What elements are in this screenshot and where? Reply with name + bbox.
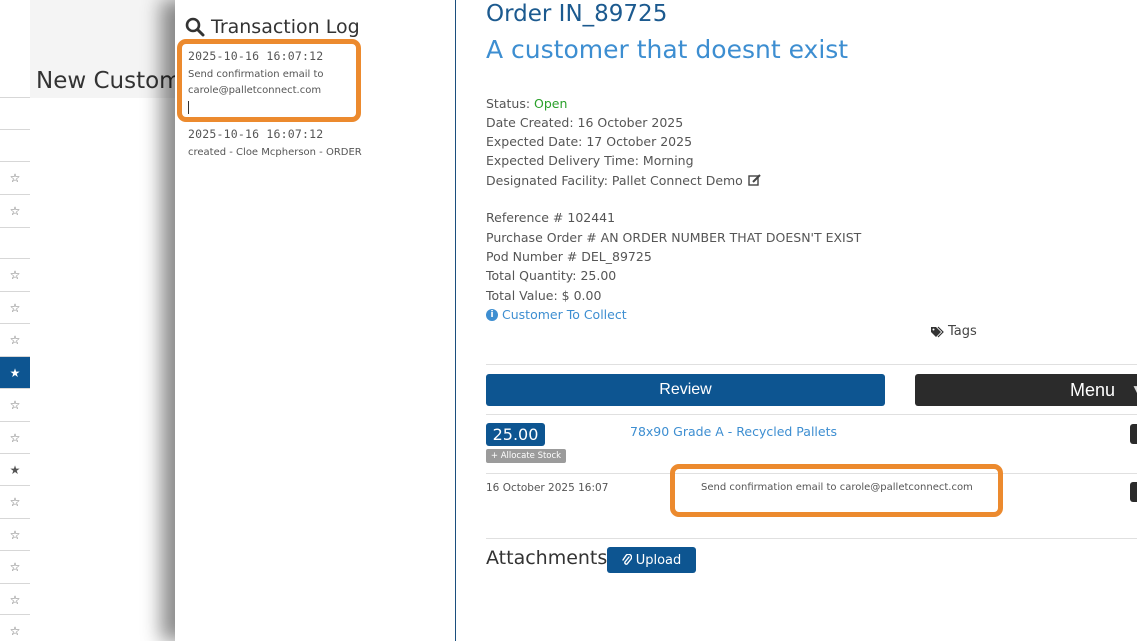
- favorite-star-icon[interactable]: ★: [0, 453, 30, 486]
- transaction-log-header: Transaction Log: [185, 16, 360, 38]
- upload-button[interactable]: Upload: [607, 547, 696, 573]
- favorite-star-icon[interactable]: ☆: [0, 583, 30, 616]
- customer-name[interactable]: A customer that doesnt exist: [486, 35, 848, 64]
- status-row: Status: Open: [486, 96, 567, 111]
- chevron-down-icon: ▼: [1131, 382, 1137, 396]
- favorite-star-icon[interactable]: ★: [0, 356, 30, 389]
- total-quantity: Total Quantity: 25.00: [486, 268, 617, 283]
- divider: [0, 129, 30, 130]
- menu-button[interactable]: Menu ▼: [915, 374, 1137, 406]
- search-icon: [185, 17, 205, 37]
- paperclip-icon: [622, 553, 632, 565]
- favorite-star-icon[interactable]: ☆: [0, 323, 30, 356]
- note-text: Send confirmation email to carole@pallet…: [701, 482, 973, 493]
- transaction-log-panel: Transaction Log 2025-10-16 16:07:12 Send…: [175, 0, 456, 641]
- info-icon: i: [486, 308, 498, 321]
- background-page-title: New Custom: [36, 68, 182, 94]
- divider: [486, 414, 1137, 415]
- upload-label: Upload: [635, 552, 682, 568]
- text-caret: [188, 101, 189, 114]
- divider: [486, 473, 1137, 474]
- favorite-star-icon[interactable]: ☆: [0, 258, 30, 291]
- quantity-badge: 25.00: [486, 423, 545, 446]
- note-action-button[interactable]: [1130, 482, 1137, 502]
- favorite-star-icon[interactable]: ☆: [0, 550, 30, 583]
- order-title: Order IN_89725: [486, 1, 668, 27]
- favorite-star-icon[interactable]: ☆: [0, 614, 30, 641]
- allocate-stock-button[interactable]: + Allocate Stock: [486, 449, 566, 463]
- order-panel: Order IN_89725 A customer that doesnt ex…: [456, 0, 1137, 641]
- divider: [486, 364, 1137, 365]
- line-item-action-button[interactable]: [1130, 424, 1137, 444]
- divider: [0, 227, 30, 228]
- favorite-star-icon[interactable]: ☆: [0, 161, 30, 194]
- menu-label: Menu: [1069, 379, 1115, 400]
- log-entry-timestamp: 2025-10-16 16:07:12: [188, 49, 324, 63]
- attachments-title: Attachments: [486, 547, 608, 569]
- facility-row: Designated Facility: Pallet Connect Demo: [486, 173, 761, 188]
- pod-number: Pod Number # DEL_89725: [486, 249, 652, 264]
- expected-date: Expected Date: 17 October 2025: [486, 134, 693, 149]
- divider: [0, 97, 30, 98]
- log-entry-text: created - Cloe Mcpherson - ORDER: [188, 147, 362, 158]
- note-date: 16 October 2025 16:07: [486, 482, 609, 494]
- divider: [486, 538, 1137, 539]
- favorite-star-icon[interactable]: ☆: [0, 194, 30, 227]
- favorite-star-icon[interactable]: ☆: [0, 388, 30, 421]
- tag-icon: [931, 326, 944, 337]
- status-label: Status:: [486, 96, 531, 111]
- log-entry-text: Send confirmation email to carole@pallet…: [188, 69, 324, 96]
- reference-number: Reference # 102441: [486, 210, 616, 225]
- purchase-order-number: Purchase Order # AN ORDER NUMBER THAT DO…: [486, 230, 862, 245]
- designated-facility: Designated Facility: Pallet Connect Demo: [486, 173, 743, 188]
- favorite-star-icon[interactable]: ☆: [0, 421, 30, 454]
- transaction-log-title: Transaction Log: [211, 16, 360, 38]
- date-created: Date Created: 16 October 2025: [486, 115, 684, 130]
- favorite-star-icon[interactable]: ☆: [0, 291, 30, 324]
- product-link[interactable]: 78x90 Grade A - Recycled Pallets: [630, 424, 837, 439]
- log-entry-timestamp: 2025-10-16 16:07:12: [188, 127, 324, 141]
- customer-to-collect-link[interactable]: i Customer To Collect: [486, 307, 627, 322]
- tags-label: Tags: [948, 324, 977, 339]
- background-content: [30, 98, 180, 641]
- favorite-star-icon[interactable]: ☆: [0, 485, 30, 518]
- status-badge: Open: [534, 96, 568, 111]
- favorite-star-icon[interactable]: ☆: [0, 518, 30, 551]
- expected-delivery-time: Expected Delivery Time: Morning: [486, 153, 694, 168]
- total-value: Total Value: $ 0.00: [486, 288, 602, 303]
- tags-button[interactable]: Tags: [930, 324, 977, 339]
- edit-icon[interactable]: [748, 174, 761, 187]
- customer-to-collect-label: Customer To Collect: [502, 307, 627, 322]
- review-button[interactable]: Review: [486, 374, 885, 406]
